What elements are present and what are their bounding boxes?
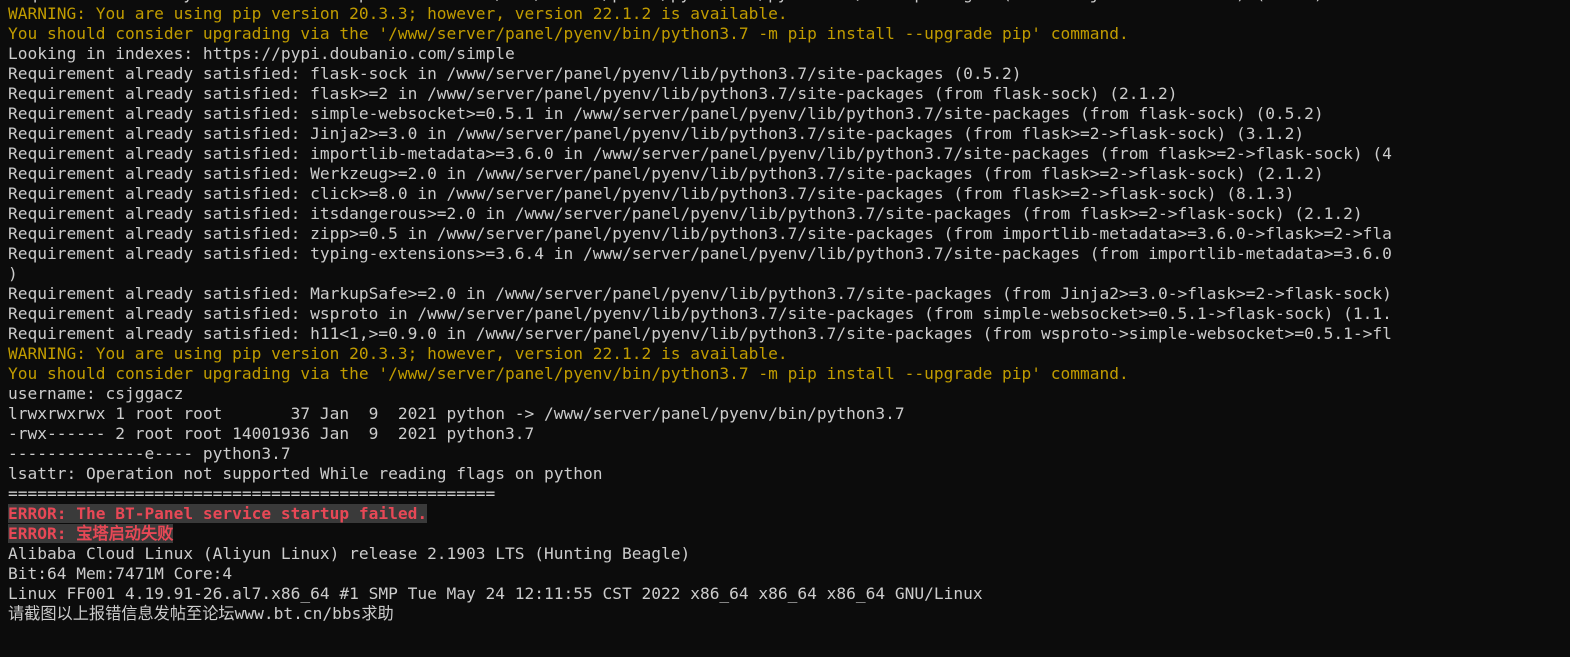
output-text: Requirement already satisfied: h11<1,>=0… [8,324,1392,343]
terminal-line: WARNING: You are using pip version 20.3.… [0,344,1570,364]
terminal-line: Linux FF001 4.19.91-26.al7.x86_64 #1 SMP… [0,584,1570,604]
terminal-line: You should consider upgrading via the '/… [0,364,1570,384]
output-text: Requirement already satisfied: MarkupSaf… [8,0,1324,3]
output-text: Bit:64 Mem:7471M Core:4 [8,564,233,583]
output-text: lsattr: Operation not supported While re… [8,464,603,483]
terminal-line: Requirement already satisfied: itsdanger… [0,204,1570,224]
output-text: lrwxrwxrwx 1 root root 37 Jan 9 2021 pyt… [8,404,905,423]
terminal-line: Requirement already satisfied: zipp>=0.5… [0,224,1570,244]
terminal-line: --------------e---- python3.7 [0,444,1570,464]
terminal-line: Requirement already satisfied: MarkupSaf… [0,284,1570,304]
terminal-output[interactable]: Requirement already satisfied: MarkupSaf… [0,0,1570,657]
output-text: Requirement already satisfied: importlib… [8,144,1392,163]
terminal-line: Requirement already satisfied: Werkzeug>… [0,164,1570,184]
terminal-line: Requirement already satisfied: click>=8.… [0,184,1570,204]
terminal-line: Requirement already satisfied: typing-ex… [0,244,1570,264]
output-text: Requirement already satisfied: MarkupSaf… [8,284,1392,303]
terminal-line: ========================================… [0,484,1570,504]
output-text: Requirement already satisfied: wsproto i… [8,304,1392,323]
terminal-line: Requirement already satisfied: flask>=2 … [0,84,1570,104]
warning-text: WARNING: You are using pip version 20.3.… [8,344,788,363]
output-text: 请截图以上报错信息发帖至论坛www.bt.cn/bbs求助 [8,604,394,623]
output-text: --------------e---- python3.7 [8,444,291,463]
terminal-line: Looking in indexes: https://pypi.doubani… [0,44,1570,64]
terminal-line: lrwxrwxrwx 1 root root 37 Jan 9 2021 pyt… [0,404,1570,424]
terminal-line: -rwx------ 2 root root 14001936 Jan 9 20… [0,424,1570,444]
terminal-line: username: csjggacz [0,384,1570,404]
terminal-line: ) [0,264,1570,284]
terminal-line: You should consider upgrading via the '/… [0,24,1570,44]
output-text: Requirement already satisfied: flask>=2 … [8,84,1178,103]
terminal-line: lsattr: Operation not supported While re… [0,464,1570,484]
output-text: ) [8,264,18,283]
terminal-line: Bit:64 Mem:7471M Core:4 [0,564,1570,584]
terminal-line: Requirement already satisfied: flask-soc… [0,64,1570,84]
output-text: username: csjggacz [8,384,184,403]
terminal-line [0,624,1570,644]
output-text: Requirement already satisfied: Werkzeug>… [8,164,1324,183]
terminal-line: ERROR: 宝塔启动失败 [0,524,1570,544]
warning-text: You should consider upgrading via the '/… [8,364,1129,383]
terminal-line: Alibaba Cloud Linux (Aliyun Linux) relea… [0,544,1570,564]
output-text: -rwx------ 2 root root 14001936 Jan 9 20… [8,424,535,443]
output-text: Requirement already satisfied: zipp>=0.5… [8,224,1392,243]
output-text: Alibaba Cloud Linux (Aliyun Linux) relea… [8,544,691,563]
error-text: ERROR: The BT-Panel service startup fail… [8,504,428,523]
output-text: Looking in indexes: https://pypi.doubani… [8,44,515,63]
terminal-line: Requirement already satisfied: wsproto i… [0,304,1570,324]
error-text: ERROR: 宝塔启动失败 [8,524,174,543]
output-text: Linux FF001 4.19.91-26.al7.x86_64 #1 SMP… [8,584,983,603]
output-text: Requirement already satisfied: simple-we… [8,104,1324,123]
output-text: Requirement already satisfied: typing-ex… [8,244,1392,263]
warning-text: WARNING: You are using pip version 20.3.… [8,4,788,23]
terminal-line: Requirement already satisfied: Jinja2>=3… [0,124,1570,144]
output-text: Requirement already satisfied: itsdanger… [8,204,1363,223]
terminal-line: Requirement already satisfied: simple-we… [0,104,1570,124]
output-text: ========================================… [8,484,496,503]
output-text: Requirement already satisfied: click>=8.… [8,184,1295,203]
output-text: Requirement already satisfied: flask-soc… [8,64,1022,83]
terminal-line: Requirement already satisfied: importlib… [0,144,1570,164]
terminal-line: 请截图以上报错信息发帖至论坛www.bt.cn/bbs求助 [0,604,1570,624]
warning-text: You should consider upgrading via the '/… [8,24,1129,43]
terminal-line: Requirement already satisfied: h11<1,>=0… [0,324,1570,344]
terminal-line: ERROR: The BT-Panel service startup fail… [0,504,1570,524]
output-text: Requirement already satisfied: Jinja2>=3… [8,124,1305,143]
terminal-line: WARNING: You are using pip version 20.3.… [0,4,1570,24]
